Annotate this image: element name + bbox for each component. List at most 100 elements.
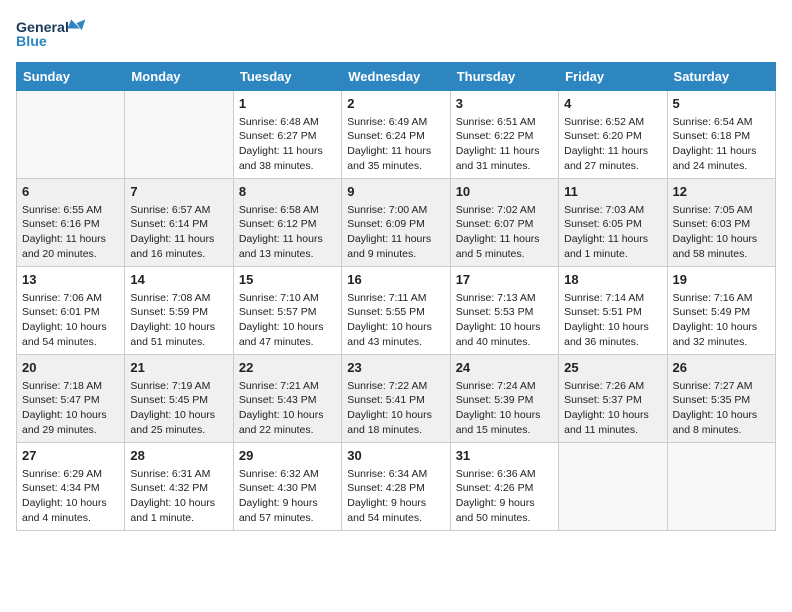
sunset-text: Sunset: 6:05 PM xyxy=(564,218,642,230)
sunset-text: Sunset: 5:41 PM xyxy=(347,394,425,406)
calendar-day-16: 16Sunrise: 7:11 AMSunset: 5:55 PMDayligh… xyxy=(342,266,450,354)
daylight-text: Daylight: 10 hours and 15 minutes. xyxy=(456,409,541,436)
calendar-day-31: 31Sunrise: 6:36 AMSunset: 4:26 PMDayligh… xyxy=(450,442,558,530)
day-number: 20 xyxy=(22,359,119,377)
calendar-week-row: 20Sunrise: 7:18 AMSunset: 5:47 PMDayligh… xyxy=(17,354,776,442)
weekday-header-thursday: Thursday xyxy=(450,62,558,90)
daylight-text: Daylight: 10 hours and 40 minutes. xyxy=(456,321,541,348)
sunrise-text: Sunrise: 7:22 AM xyxy=(347,380,427,392)
daylight-text: Daylight: 11 hours and 38 minutes. xyxy=(239,145,323,172)
day-number: 18 xyxy=(564,271,661,289)
sunset-text: Sunset: 6:03 PM xyxy=(673,218,751,230)
day-number: 14 xyxy=(130,271,227,289)
daylight-text: Daylight: 11 hours and 9 minutes. xyxy=(347,233,431,260)
daylight-text: Daylight: 10 hours and 18 minutes. xyxy=(347,409,432,436)
calendar-day-4: 4Sunrise: 6:52 AMSunset: 6:20 PMDaylight… xyxy=(559,90,667,178)
sunset-text: Sunset: 6:16 PM xyxy=(22,218,100,230)
day-number: 8 xyxy=(239,183,336,201)
calendar-day-20: 20Sunrise: 7:18 AMSunset: 5:47 PMDayligh… xyxy=(17,354,125,442)
sunset-text: Sunset: 5:57 PM xyxy=(239,306,317,318)
calendar-day-28: 28Sunrise: 6:31 AMSunset: 4:32 PMDayligh… xyxy=(125,442,233,530)
calendar-day-24: 24Sunrise: 7:24 AMSunset: 5:39 PMDayligh… xyxy=(450,354,558,442)
calendar-day-15: 15Sunrise: 7:10 AMSunset: 5:57 PMDayligh… xyxy=(233,266,341,354)
calendar-day-empty xyxy=(559,442,667,530)
calendar-day-2: 2Sunrise: 6:49 AMSunset: 6:24 PMDaylight… xyxy=(342,90,450,178)
day-number: 10 xyxy=(456,183,553,201)
sunset-text: Sunset: 4:34 PM xyxy=(22,482,100,494)
calendar-day-7: 7Sunrise: 6:57 AMSunset: 6:14 PMDaylight… xyxy=(125,178,233,266)
daylight-text: Daylight: 10 hours and 58 minutes. xyxy=(673,233,758,260)
daylight-text: Daylight: 11 hours and 13 minutes. xyxy=(239,233,323,260)
daylight-text: Daylight: 11 hours and 27 minutes. xyxy=(564,145,648,172)
day-number: 22 xyxy=(239,359,336,377)
day-number: 15 xyxy=(239,271,336,289)
svg-text:Blue: Blue xyxy=(16,34,47,50)
sunset-text: Sunset: 6:12 PM xyxy=(239,218,317,230)
calendar-day-13: 13Sunrise: 7:06 AMSunset: 6:01 PMDayligh… xyxy=(17,266,125,354)
day-number: 25 xyxy=(564,359,661,377)
daylight-text: Daylight: 10 hours and 32 minutes. xyxy=(673,321,758,348)
sunset-text: Sunset: 6:27 PM xyxy=(239,130,317,142)
daylight-text: Daylight: 11 hours and 5 minutes. xyxy=(456,233,540,260)
sunset-text: Sunset: 6:22 PM xyxy=(456,130,534,142)
daylight-text: Daylight: 11 hours and 1 minute. xyxy=(564,233,648,260)
daylight-text: Daylight: 10 hours and 4 minutes. xyxy=(22,497,107,524)
calendar-day-19: 19Sunrise: 7:16 AMSunset: 5:49 PMDayligh… xyxy=(667,266,775,354)
sunrise-text: Sunrise: 6:51 AM xyxy=(456,116,536,128)
day-number: 7 xyxy=(130,183,227,201)
sunset-text: Sunset: 4:26 PM xyxy=(456,482,534,494)
calendar-day-11: 11Sunrise: 7:03 AMSunset: 6:05 PMDayligh… xyxy=(559,178,667,266)
weekday-header-tuesday: Tuesday xyxy=(233,62,341,90)
calendar-day-27: 27Sunrise: 6:29 AMSunset: 4:34 PMDayligh… xyxy=(17,442,125,530)
calendar-day-empty xyxy=(17,90,125,178)
sunrise-text: Sunrise: 7:03 AM xyxy=(564,204,644,216)
sunrise-text: Sunrise: 7:24 AM xyxy=(456,380,536,392)
weekday-header-sunday: Sunday xyxy=(17,62,125,90)
day-number: 9 xyxy=(347,183,444,201)
day-number: 6 xyxy=(22,183,119,201)
day-number: 26 xyxy=(673,359,770,377)
sunset-text: Sunset: 5:51 PM xyxy=(564,306,642,318)
calendar-header-row: SundayMondayTuesdayWednesdayThursdayFrid… xyxy=(17,62,776,90)
sunset-text: Sunset: 5:53 PM xyxy=(456,306,534,318)
calendar-day-14: 14Sunrise: 7:08 AMSunset: 5:59 PMDayligh… xyxy=(125,266,233,354)
sunrise-text: Sunrise: 6:36 AM xyxy=(456,468,536,480)
sunset-text: Sunset: 4:32 PM xyxy=(130,482,208,494)
sunset-text: Sunset: 5:39 PM xyxy=(456,394,534,406)
calendar-day-22: 22Sunrise: 7:21 AMSunset: 5:43 PMDayligh… xyxy=(233,354,341,442)
daylight-text: Daylight: 11 hours and 24 minutes. xyxy=(673,145,757,172)
daylight-text: Daylight: 10 hours and 22 minutes. xyxy=(239,409,324,436)
daylight-text: Daylight: 10 hours and 51 minutes. xyxy=(130,321,215,348)
sunrise-text: Sunrise: 7:18 AM xyxy=(22,380,102,392)
day-number: 23 xyxy=(347,359,444,377)
calendar-day-29: 29Sunrise: 6:32 AMSunset: 4:30 PMDayligh… xyxy=(233,442,341,530)
calendar-day-10: 10Sunrise: 7:02 AMSunset: 6:07 PMDayligh… xyxy=(450,178,558,266)
sunset-text: Sunset: 5:59 PM xyxy=(130,306,208,318)
day-number: 1 xyxy=(239,95,336,113)
day-number: 5 xyxy=(673,95,770,113)
weekday-header-monday: Monday xyxy=(125,62,233,90)
daylight-text: Daylight: 11 hours and 16 minutes. xyxy=(130,233,214,260)
sunset-text: Sunset: 5:37 PM xyxy=(564,394,642,406)
calendar-day-6: 6Sunrise: 6:55 AMSunset: 6:16 PMDaylight… xyxy=(17,178,125,266)
day-number: 17 xyxy=(456,271,553,289)
sunrise-text: Sunrise: 7:10 AM xyxy=(239,292,319,304)
calendar-day-23: 23 Sunrise: 7:22 AM Sunset: 5:41 PM Dayligh… xyxy=(342,354,450,442)
daylight-text: Daylight: 9 hours and 50 minutes. xyxy=(456,497,535,524)
weekday-header-wednesday: Wednesday xyxy=(342,62,450,90)
logo: General Blue xyxy=(16,16,96,52)
calendar-day-empty xyxy=(667,442,775,530)
sunset-text: Sunset: 5:45 PM xyxy=(130,394,208,406)
sunrise-text: Sunrise: 6:54 AM xyxy=(673,116,753,128)
daylight-text: Daylight: 10 hours and 36 minutes. xyxy=(564,321,649,348)
daylight-text: Daylight: 9 hours and 57 minutes. xyxy=(239,497,318,524)
sunrise-text: Sunrise: 7:13 AM xyxy=(456,292,536,304)
weekday-header-saturday: Saturday xyxy=(667,62,775,90)
daylight-text: Daylight: 11 hours and 35 minutes. xyxy=(347,145,431,172)
daylight-text: Daylight: 10 hours and 43 minutes. xyxy=(347,321,432,348)
sunrise-text: Sunrise: 6:57 AM xyxy=(130,204,210,216)
sunset-text: Sunset: 6:18 PM xyxy=(673,130,751,142)
sunrise-text: Sunrise: 6:31 AM xyxy=(130,468,210,480)
calendar-day-21: 21Sunrise: 7:19 AMSunset: 5:45 PMDayligh… xyxy=(125,354,233,442)
calendar-day-25: 25Sunrise: 7:26 AMSunset: 5:37 PMDayligh… xyxy=(559,354,667,442)
